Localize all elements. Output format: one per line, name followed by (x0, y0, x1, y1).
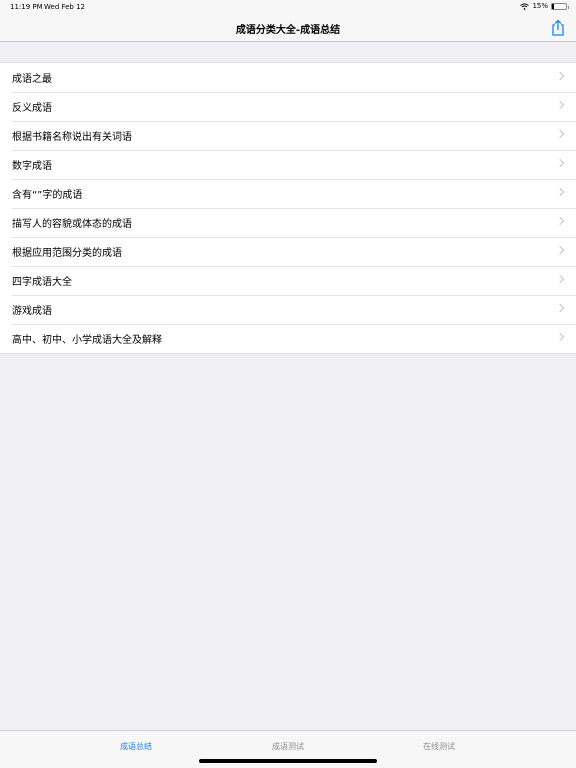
list-item-label: 根据书籍名称说出有关词语 (12, 132, 132, 143)
list-item-label: 高中、初中、小学成语大全及解释 (12, 335, 162, 346)
battery-icon (551, 2, 569, 10)
category-list: 成语之最 反义成语 根据书籍名称说出有关词语 数字成语 含有“”字的成语 描写人… (0, 62, 576, 354)
chevron-right-icon (555, 274, 565, 284)
status-indicators: 15% (520, 2, 569, 10)
page-title: 成语分类大全-成语总结 (235, 25, 341, 36)
home-indicator[interactable] (199, 759, 377, 763)
chevron-right-icon (555, 303, 565, 313)
list-item-label: 反义成语 (12, 103, 52, 114)
tab-online-test[interactable]: 在线测试 (399, 741, 479, 752)
status-bar: 11:19 PM Wed Feb 12 15% (0, 0, 576, 14)
chevron-right-icon (555, 187, 565, 197)
chevron-right-icon (555, 129, 565, 139)
list-item-label: 含有“”字的成语 (12, 190, 83, 201)
status-date: Wed Feb 12 (44, 3, 86, 11)
wifi-icon (520, 2, 530, 10)
share-icon[interactable] (550, 19, 566, 37)
navigation-bar: 成语分类大全-成语总结 (0, 14, 576, 42)
list-item[interactable]: 根据应用范围分类的成语 (0, 237, 576, 266)
list-item[interactable]: 含有“”字的成语 (0, 179, 576, 208)
tab-bar: 成语总结 成语测试 在线测试 (0, 730, 576, 768)
list-item[interactable]: 数字成语 (0, 150, 576, 179)
list-item[interactable]: 根据书籍名称说出有关词语 (0, 121, 576, 150)
list-item[interactable]: 四字成语大全 (0, 266, 576, 295)
chevron-right-icon (555, 216, 565, 226)
status-time: 11:19 PM (10, 3, 43, 11)
chevron-right-icon (555, 71, 565, 81)
list-item[interactable]: 描写人的容貌或体态的成语 (0, 208, 576, 237)
tab-idiom-test[interactable]: 成语测试 (248, 741, 328, 752)
battery-percentage: 15% (532, 2, 548, 10)
list-item-label: 根据应用范围分类的成语 (12, 248, 122, 259)
chevron-right-icon (555, 100, 565, 110)
list-item[interactable]: 高中、初中、小学成语大全及解释 (0, 324, 576, 353)
list-item-label: 四字成语大全 (12, 277, 72, 288)
list-item[interactable]: 成语之最 (0, 63, 576, 92)
list-item[interactable]: 反义成语 (0, 92, 576, 121)
list-item-label: 描写人的容貌或体态的成语 (12, 219, 132, 230)
chevron-right-icon (555, 332, 565, 342)
battery-level (552, 3, 555, 9)
list-item-label: 数字成语 (12, 161, 52, 172)
list-item[interactable]: 游戏成语 (0, 295, 576, 324)
list-item-label: 成语之最 (12, 74, 52, 85)
chevron-right-icon (555, 245, 565, 255)
chevron-right-icon (555, 158, 565, 168)
tab-idiom-summary[interactable]: 成语总结 (96, 741, 176, 752)
list-item-label: 游戏成语 (12, 306, 52, 317)
